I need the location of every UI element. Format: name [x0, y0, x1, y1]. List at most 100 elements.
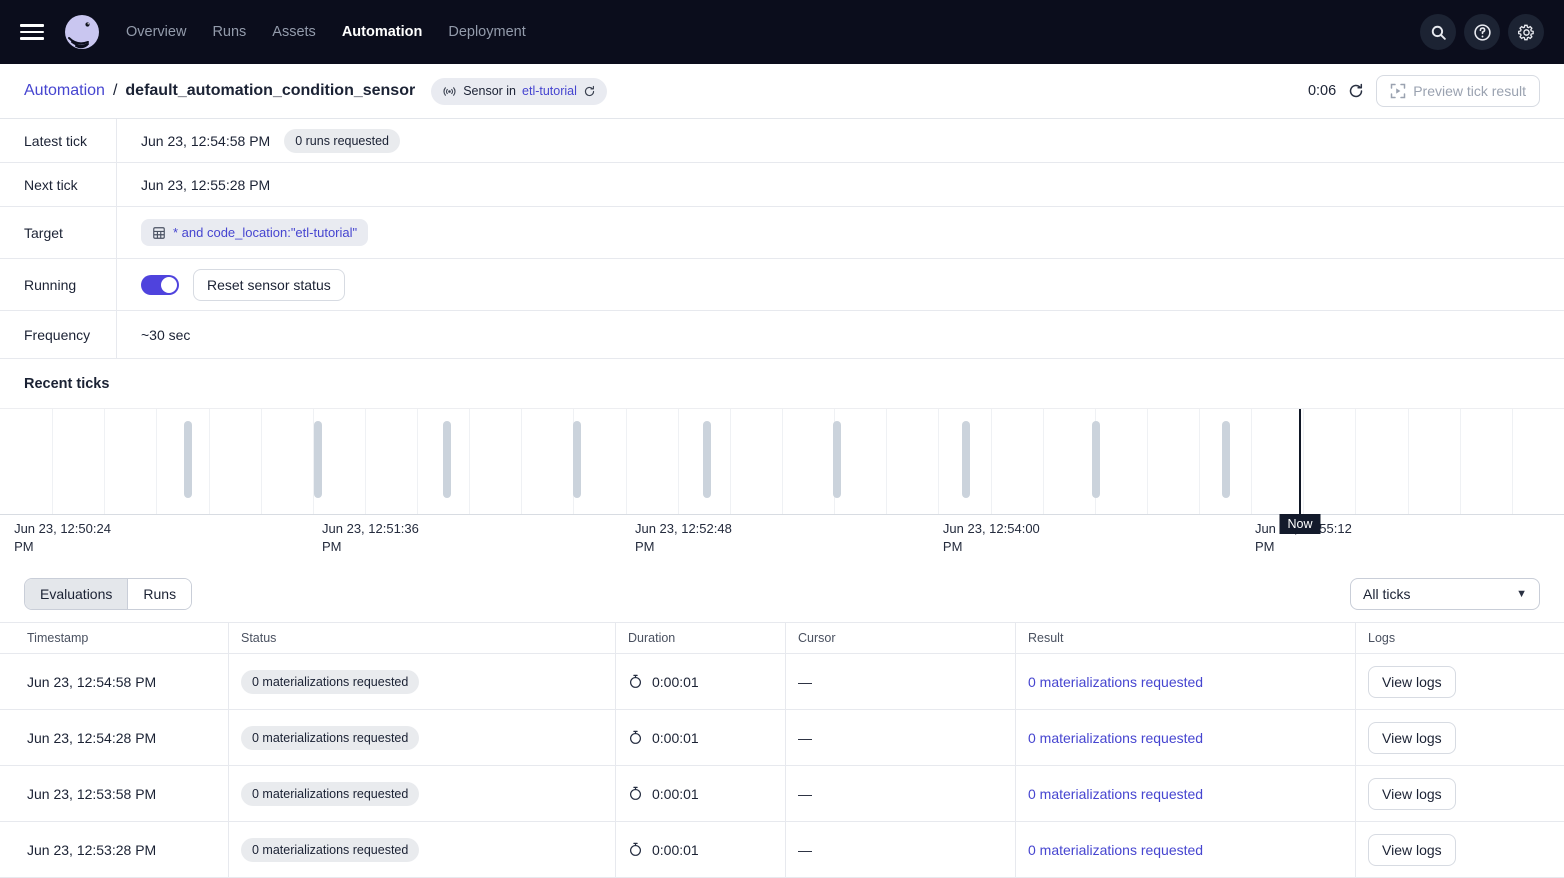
tick-status-badge: 0 materializations requested — [241, 670, 419, 694]
col-cursor: Cursor — [785, 623, 1015, 653]
tick-cursor: — — [798, 730, 812, 746]
breadcrumb-automation-link[interactable]: Automation — [24, 82, 105, 100]
tick-bar[interactable] — [1092, 421, 1100, 498]
timeline-gridline — [1355, 409, 1356, 514]
tick-bar[interactable] — [573, 421, 581, 498]
view-logs-button[interactable]: View logs — [1368, 834, 1456, 866]
latest-tick-label: Latest tick — [0, 119, 117, 162]
running-row: Running Reset sensor status — [0, 259, 1564, 311]
nav-links: Overview Runs Assets Automation Deployme… — [126, 24, 526, 40]
stopwatch-icon — [628, 730, 643, 745]
tick-bar[interactable] — [1222, 421, 1230, 498]
tick-timeline[interactable] — [0, 408, 1564, 515]
timeline-gridline — [626, 409, 627, 514]
nav-actions — [1420, 14, 1544, 50]
tick-filter-select[interactable]: All ticks ▼ — [1350, 578, 1540, 610]
timeline-gridline — [417, 409, 418, 514]
timeline-gridline — [1512, 409, 1513, 514]
dagster-logo-icon[interactable] — [62, 12, 102, 52]
page-title: default_automation_condition_sensor — [125, 82, 415, 100]
timeline-axis-label: Jun 23, 12:51:36PM — [322, 520, 440, 556]
tick-bar[interactable] — [184, 421, 192, 498]
running-toggle[interactable] — [141, 275, 179, 295]
stopwatch-icon — [628, 842, 643, 857]
tick-timestamp: Jun 23, 12:54:58 PM — [0, 654, 228, 709]
nav-item-assets[interactable]: Assets — [272, 24, 316, 40]
refresh-countdown: 0:06 — [1308, 83, 1336, 99]
tab-runs[interactable]: Runs — [128, 579, 191, 609]
target-row: Target * and code_location:"etl-tutorial… — [0, 207, 1564, 259]
tick-duration: 0:00:01 — [652, 842, 699, 858]
tick-duration: 0:00:01 — [652, 786, 699, 802]
timeline-gridline — [261, 409, 262, 514]
tick-result-link[interactable]: 0 materializations requested — [1028, 786, 1203, 802]
tick-cursor: — — [798, 674, 812, 690]
asset-selection-pill[interactable]: * and code_location:"etl-tutorial" — [141, 219, 368, 246]
view-logs-button[interactable]: View logs — [1368, 778, 1456, 810]
running-label: Running — [0, 259, 117, 310]
nav-item-automation[interactable]: Automation — [342, 24, 423, 40]
timeline-gridline — [1251, 409, 1252, 514]
reset-sensor-status-button[interactable]: Reset sensor status — [193, 269, 345, 301]
tick-result-link[interactable]: 0 materializations requested — [1028, 730, 1203, 746]
runs-requested-badge: 0 runs requested — [284, 129, 400, 153]
timeline-gridline — [521, 409, 522, 514]
table-row: Jun 23, 12:54:58 PM 0 materializations r… — [0, 654, 1564, 710]
now-badge: Now — [1279, 514, 1320, 534]
tick-result-link[interactable]: 0 materializations requested — [1028, 674, 1203, 690]
latest-tick-row: Latest tick Jun 23, 12:54:58 PM 0 runs r… — [0, 119, 1564, 163]
tick-status-badge: 0 materializations requested — [241, 782, 419, 806]
target-label: Target — [0, 207, 117, 258]
table-row: Jun 23, 12:54:28 PM 0 materializations r… — [0, 710, 1564, 766]
tick-bar[interactable] — [443, 421, 451, 498]
tick-bar[interactable] — [833, 421, 841, 498]
tick-cursor: — — [798, 786, 812, 802]
tick-timestamp: Jun 23, 12:54:28 PM — [0, 710, 228, 765]
timeline-gridline — [1199, 409, 1200, 514]
chevron-down-icon: ▼ — [1516, 588, 1527, 600]
gear-icon[interactable] — [1508, 14, 1544, 50]
nav-item-deployment[interactable]: Deployment — [448, 24, 525, 40]
tab-evaluations[interactable]: Evaluations — [25, 579, 128, 609]
col-duration: Duration — [615, 623, 785, 653]
col-status: Status — [228, 623, 615, 653]
tick-cursor: — — [798, 842, 812, 858]
tick-status-badge: 0 materializations requested — [241, 726, 419, 750]
timeline-gridline — [991, 409, 992, 514]
tick-result-link[interactable]: 0 materializations requested — [1028, 842, 1203, 858]
nav-item-overview[interactable]: Overview — [126, 24, 186, 40]
menu-icon[interactable] — [20, 20, 44, 44]
latest-tick-time: Jun 23, 12:54:58 PM — [141, 133, 270, 149]
timeline-axis-label: Jun 23, 12:50:24PM — [14, 520, 132, 556]
table-row: Jun 23, 12:53:28 PM 0 materializations r… — [0, 822, 1564, 878]
top-nav: Overview Runs Assets Automation Deployme… — [0, 0, 1564, 64]
view-mode-segmented-control: Evaluations Runs — [24, 578, 192, 610]
timeline-gridline — [52, 409, 53, 514]
asset-grid-icon — [152, 226, 166, 240]
tick-duration: 0:00:01 — [652, 730, 699, 746]
tick-bar[interactable] — [703, 421, 711, 498]
timeline-gridline — [678, 409, 679, 514]
nav-item-runs[interactable]: Runs — [212, 24, 246, 40]
timeline-gridline — [365, 409, 366, 514]
view-logs-button[interactable]: View logs — [1368, 666, 1456, 698]
timeline-axis-label: Jun 23, 12:52:48PM — [635, 520, 753, 556]
timeline-gridline — [1303, 409, 1304, 514]
tick-bar[interactable] — [962, 421, 970, 498]
next-tick-row: Next tick Jun 23, 12:55:28 PM — [0, 163, 1564, 207]
sensor-badge-prefix: Sensor in — [463, 84, 516, 98]
sensor-location-badge: Sensor in etl-tutorial — [431, 78, 607, 105]
preview-tick-result-button[interactable]: Preview tick result — [1376, 75, 1540, 107]
stopwatch-icon — [628, 674, 643, 689]
frequency-label: Frequency — [0, 311, 117, 358]
timeline-gridline — [1460, 409, 1461, 514]
tick-timestamp: Jun 23, 12:53:58 PM — [0, 766, 228, 821]
search-icon[interactable] — [1420, 14, 1456, 50]
help-icon[interactable] — [1464, 14, 1500, 50]
tick-bar[interactable] — [314, 421, 322, 498]
evaluations-table: Timestamp Status Duration Cursor Result … — [0, 622, 1564, 878]
code-location-link[interactable]: etl-tutorial — [522, 84, 577, 98]
view-logs-button[interactable]: View logs — [1368, 722, 1456, 754]
reload-location-icon[interactable] — [583, 85, 596, 98]
refresh-icon[interactable] — [1348, 83, 1364, 99]
